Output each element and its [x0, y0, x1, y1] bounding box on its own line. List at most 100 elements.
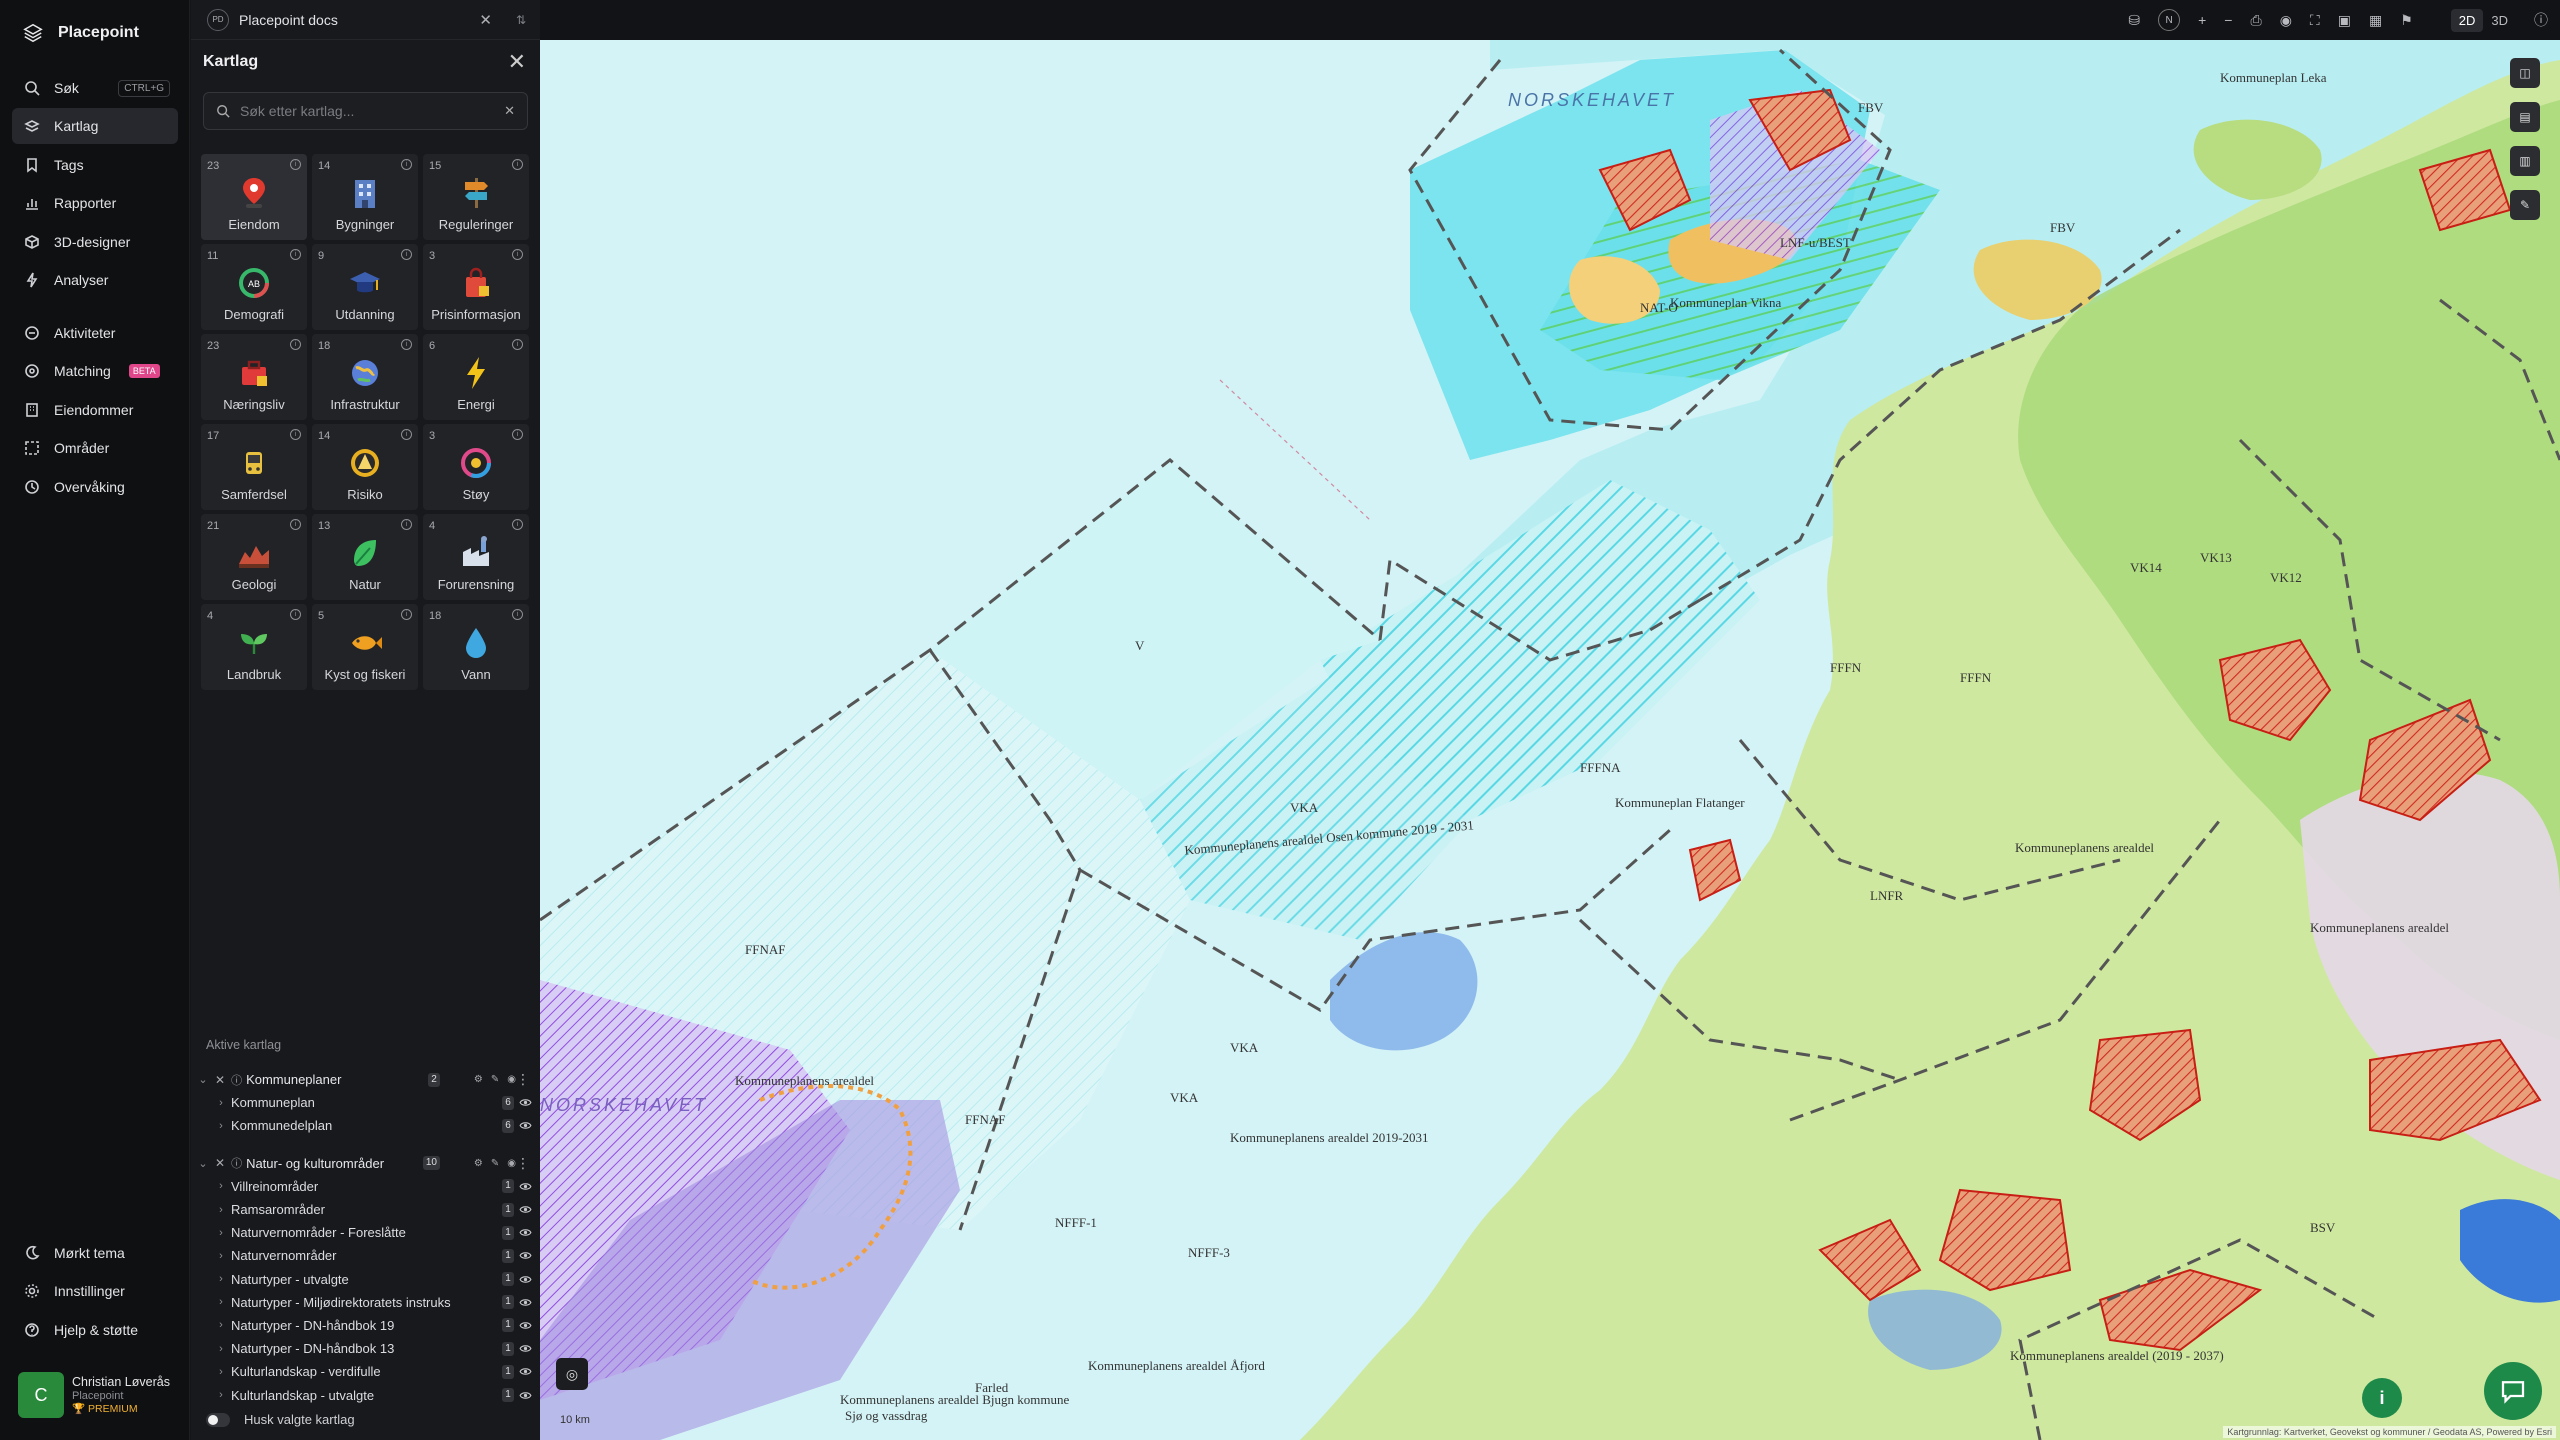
layer-category-landbruk[interactable]: 4 i Landbruk [201, 604, 307, 690]
info-icon[interactable]: i [290, 249, 301, 260]
chevron-right-icon[interactable]: › [215, 1343, 227, 1355]
print-icon[interactable]: ⎙ [2250, 12, 2261, 29]
visibility-eye-icon[interactable] [519, 1275, 532, 1284]
layer-category-kyst-og-fiskeri[interactable]: 5 i Kyst og fiskeri [312, 604, 418, 690]
chevron-right-icon[interactable]: › [215, 1296, 227, 1308]
edit-icon[interactable]: ✎ [491, 1158, 499, 1169]
visibility-eye-icon[interactable] [519, 1228, 532, 1237]
zoom-out-icon[interactable]: − [2224, 12, 2232, 28]
visibility-eye-icon[interactable] [519, 1344, 532, 1353]
layer-category-eiendom[interactable]: 23 i Eiendom [201, 154, 307, 240]
fullscreen-icon[interactable]: ⛶ [2310, 12, 2320, 29]
settings-icon[interactable]: ⚙ [474, 1158, 483, 1169]
info-icon[interactable]: i [401, 519, 412, 530]
layer-item[interactable]: › Kommunedelplan 6 [193, 1114, 538, 1137]
camera-icon[interactable]: ▣ [2338, 12, 2351, 29]
chevron-right-icon[interactable]: › [215, 1366, 227, 1378]
layer-item[interactable]: › Naturvernområder 1 [193, 1244, 538, 1267]
clear-search-icon[interactable]: ✕ [504, 103, 515, 119]
nav-item-matching[interactable]: Matching BETA [12, 353, 178, 389]
info-icon[interactable]: i [401, 249, 412, 260]
nav-item-tags[interactable]: Tags [12, 147, 178, 183]
nav-item-overv-king[interactable]: Overvåking [12, 469, 178, 505]
style-icon[interactable]: ⛁ [2128, 12, 2140, 29]
chevron-down-icon[interactable]: ⌄ [197, 1157, 209, 1170]
remember-toggle[interactable] [206, 1412, 230, 1427]
layer-category-demografi[interactable]: 11 i AB Demografi [201, 244, 307, 330]
nav-item-aktiviteter[interactable]: Aktiviteter [12, 315, 178, 351]
info-icon[interactable]: i [512, 519, 523, 530]
locate-icon[interactable]: ◎ [556, 1358, 588, 1390]
info-icon[interactable]: i [512, 339, 523, 350]
user-profile[interactable]: C Christian Løverås Placepoint 🏆 PREMIUM [18, 1372, 170, 1418]
mode-3d-button[interactable]: 3D [2483, 9, 2516, 32]
bookmark-icon[interactable]: ⚑ [2400, 12, 2413, 29]
info-icon[interactable]: i [290, 519, 301, 530]
info-icon[interactable]: i [401, 429, 412, 440]
layer-item[interactable]: › Naturtyper - Miljødirektoratets instru… [193, 1291, 538, 1314]
layer-category-forurensning[interactable]: 4 i Forurensning [423, 514, 529, 600]
layer-category-risiko[interactable]: 14 i Risiko [312, 424, 418, 510]
eye-icon[interactable]: ◉ [2280, 12, 2292, 29]
map-draw-icon[interactable]: ✎ [2510, 190, 2540, 220]
layer-category-vann[interactable]: 18 i Vann [423, 604, 529, 690]
layer-category-infrastruktur[interactable]: 18 i Infrastruktur [312, 334, 418, 420]
remove-group-icon[interactable]: ✕ [215, 1156, 225, 1170]
chevron-right-icon[interactable]: › [215, 1250, 227, 1262]
layer-category-prisinformasjon[interactable]: 3 i Prisinformasjon [423, 244, 529, 330]
layer-item[interactable]: › Naturtyper - DN-håndbok 19 1 [193, 1314, 538, 1337]
document-selector[interactable]: PD Placepoint docs ✕ ⇅ [191, 0, 540, 40]
info-icon[interactable]: i [401, 159, 412, 170]
layer-item[interactable]: › Naturtyper - utvalgte 1 [193, 1268, 538, 1291]
zoom-in-icon[interactable]: + [2198, 12, 2206, 28]
chevron-right-icon[interactable]: › [215, 1227, 227, 1239]
visibility-eye-icon[interactable] [519, 1251, 532, 1260]
layer-item[interactable]: › Villreinområder 1 [193, 1175, 538, 1198]
layer-search-input[interactable] [240, 103, 495, 119]
group-eye-icon[interactable]: ◉ [507, 1158, 516, 1169]
layer-item[interactable]: › Kulturlandskap - verdifulle 1 [193, 1360, 538, 1383]
chevron-right-icon[interactable]: › [215, 1180, 227, 1192]
chevron-right-icon[interactable]: › [215, 1273, 227, 1285]
chevron-right-icon[interactable]: › [215, 1120, 227, 1132]
settings-icon[interactable]: ⚙ [474, 1074, 483, 1085]
nav-item-analyser[interactable]: Analyser [12, 262, 178, 298]
nav-item-3d-designer[interactable]: 3D-designer [12, 224, 178, 260]
layer-category-energi[interactable]: 6 i Energi [423, 334, 529, 420]
visibility-eye-icon[interactable] [519, 1391, 532, 1400]
layer-group-natur-og-kulturomr-der[interactable]: ⌄ ✕ ⓘ Natur- og kulturområder 10 ⚙ ✎ ◉ ⋮ [193, 1152, 538, 1175]
chevron-right-icon[interactable]: › [215, 1204, 227, 1216]
layer-category-utdanning[interactable]: 9 i Utdanning [312, 244, 418, 330]
info-icon[interactable]: i [512, 249, 523, 260]
layer-item[interactable]: › Kommuneplan 6 [193, 1091, 538, 1114]
group-info-icon[interactable]: ⓘ [231, 1072, 242, 1088]
layer-item[interactable]: › Ramsarområder 1 [193, 1198, 538, 1221]
layer-category-bygninger[interactable]: 14 i Bygninger [312, 154, 418, 240]
layer-category-samferdsel[interactable]: 17 i Samferdsel [201, 424, 307, 510]
info-icon[interactable]: i [401, 339, 412, 350]
visibility-eye-icon[interactable] [519, 1367, 532, 1376]
remove-group-icon[interactable]: ✕ [215, 1073, 225, 1087]
info-icon[interactable]: i [401, 609, 412, 620]
document-switch-icon[interactable]: ⇅ [516, 13, 526, 27]
map-measure-icon[interactable]: ▤ [2510, 102, 2540, 132]
mode-2d-button[interactable]: 2D [2450, 8, 2484, 32]
chevron-right-icon[interactable]: › [215, 1097, 227, 1109]
visibility-eye-icon[interactable] [519, 1321, 532, 1330]
layer-category-reguleringer[interactable]: 15 i Reguleringer [423, 154, 529, 240]
map-chart-icon[interactable]: ▥ [2510, 146, 2540, 176]
info-icon[interactable]: ⓘ [2534, 10, 2548, 30]
edit-icon[interactable]: ✎ [491, 1074, 499, 1085]
map-layers-icon[interactable]: ◫ [2510, 58, 2540, 88]
layer-item[interactable]: › Naturtyper - DN-håndbok 13 1 [193, 1337, 538, 1360]
info-icon[interactable]: i [290, 339, 301, 350]
more-icon[interactable]: ⋮ [516, 1071, 530, 1088]
info-icon[interactable]: i [512, 429, 523, 440]
north-button[interactable]: N [2158, 9, 2181, 31]
nav-item-m-rkt-tema[interactable]: Mørkt tema [12, 1235, 178, 1271]
layer-category-geologi[interactable]: 21 i Geologi [201, 514, 307, 600]
layer-item[interactable]: › Kulturlandskap - utvalgte 1 [193, 1383, 538, 1406]
group-eye-icon[interactable]: ◉ [507, 1074, 516, 1085]
chevron-down-icon[interactable]: ⌄ [197, 1073, 209, 1086]
map-canvas[interactable]: NORSKEHAVET NORSKEHAVET FBV Kommuneplan … [540, 40, 2560, 1440]
